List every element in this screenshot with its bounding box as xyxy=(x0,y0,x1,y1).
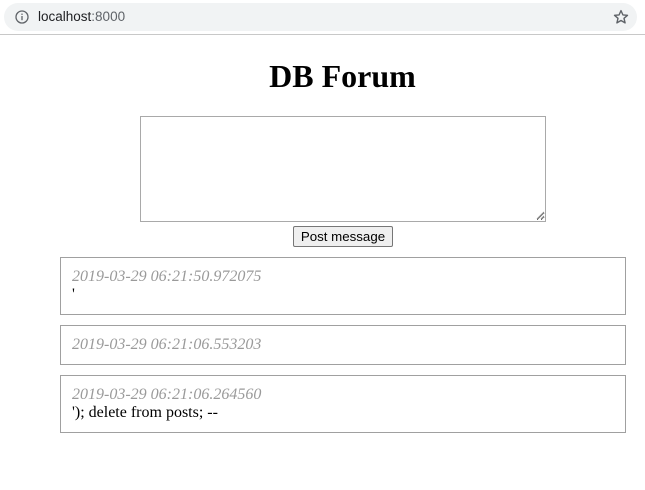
post-item: 2019-03-29 06:21:50.972075 ' xyxy=(60,257,626,315)
url-text[interactable]: localhost:8000 xyxy=(38,9,125,25)
post-content: ' xyxy=(72,286,75,303)
url-host: localhost xyxy=(38,9,92,24)
post-timestamp: 2019-03-29 06:21:50.972075 xyxy=(72,268,262,285)
browser-toolbar: localhost:8000 xyxy=(0,0,645,35)
message-textarea[interactable] xyxy=(140,116,546,222)
star-outline-icon[interactable] xyxy=(613,9,629,25)
post-message-button[interactable]: Post message xyxy=(293,226,393,247)
url-port: :8000 xyxy=(91,9,126,24)
info-circle-icon[interactable] xyxy=(15,10,29,24)
post-timestamp: 2019-03-29 06:21:06.553203 xyxy=(72,336,262,353)
post-item: 2019-03-29 06:21:06.553203 xyxy=(60,325,626,365)
page-title: DB Forum xyxy=(269,58,416,94)
post-content: '); delete from posts; -- xyxy=(72,404,218,421)
post-timestamp: 2019-03-29 06:21:06.264560 xyxy=(72,386,262,403)
post-item: 2019-03-29 06:21:06.264560 '); delete fr… xyxy=(60,375,626,433)
address-bar[interactable]: localhost:8000 xyxy=(4,3,637,31)
